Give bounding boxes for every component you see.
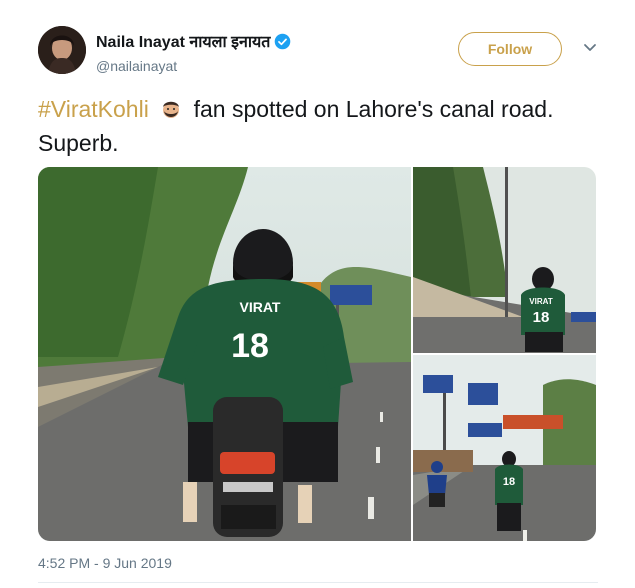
- divider: [38, 582, 598, 583]
- follow-button[interactable]: Follow: [458, 32, 562, 66]
- verified-badge-icon: [275, 33, 291, 49]
- author-handle[interactable]: @nailainayat: [96, 58, 291, 74]
- tweet-text: #ViratKohli fan spotted on Lahore's cana…: [38, 92, 608, 160]
- jersey-number-small: 18: [533, 309, 550, 326]
- jersey-name: VIRAT: [240, 299, 281, 315]
- photo-main[interactable]: VIRAT 18: [38, 167, 411, 541]
- avatar[interactable]: [38, 26, 86, 74]
- tweet-header: Naila Inayat नायला इनायत @nailainayat Fo…: [38, 26, 608, 78]
- chevron-down-icon[interactable]: [580, 38, 600, 58]
- photo-top-right[interactable]: VIRAT 18: [413, 167, 596, 353]
- jersey-name-small: VIRAT: [529, 297, 553, 306]
- tweet-timestamp[interactable]: 4:52 PM - 9 Jun 2019: [38, 555, 172, 571]
- author-name-row[interactable]: Naila Inayat नायला इनायत: [96, 30, 291, 52]
- photo-bottom-right[interactable]: 18: [413, 355, 596, 541]
- media-grid: VIRAT 18 VIRAT 18 18: [38, 167, 596, 541]
- man-bearded-face-emoji-icon: [163, 101, 180, 118]
- hashtag-link[interactable]: #ViratKohli: [38, 96, 149, 122]
- author-info: Naila Inayat नायला इनायत @nailainayat: [96, 30, 291, 74]
- jersey-number-small-2: 18: [503, 476, 515, 488]
- author-display-name[interactable]: Naila Inayat नायला इनायत: [96, 30, 270, 52]
- jersey-number: 18: [231, 327, 269, 365]
- avatar-image: [38, 26, 86, 74]
